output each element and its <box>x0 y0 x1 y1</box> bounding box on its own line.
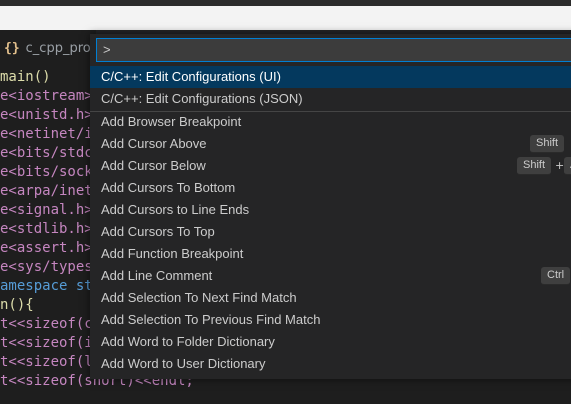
code-line: main() <box>0 69 51 85</box>
code-line: t<<sizeof(c <box>0 316 93 332</box>
json-file-icon: {} <box>4 40 20 56</box>
command-palette: > C/C++: Edit Configurations (UI) C/C++:… <box>90 34 571 379</box>
code-line: e<bits/stdc <box>0 145 93 161</box>
palette-item[interactable]: Add Word to User Dictionary <box>90 353 571 375</box>
code-line: e<iostream> <box>0 88 93 104</box>
keybinding-key: A <box>564 157 571 175</box>
code-line: e<netinet/i <box>0 126 93 142</box>
code-line: t<<sizeof(i <box>0 335 93 351</box>
code-line: e<signal.h> <box>0 202 93 218</box>
code-line: amespace st <box>0 278 93 294</box>
palette-item[interactable]: Add Cursor Below <box>90 155 571 177</box>
window-top-strip <box>0 0 571 30</box>
palette-item[interactable]: C/C++: Edit Configurations (UI) <box>90 66 571 88</box>
keybinding-shift: Shift <box>530 135 565 153</box>
code-line: e<stdlib.h> <box>0 221 93 237</box>
editor-tab[interactable]: {} c_cpp_prop <box>0 30 99 66</box>
code-line: e<assert.h> <box>0 240 93 256</box>
palette-item[interactable]: Add Word to Folder Dictionary <box>90 331 571 353</box>
code-line: e<arpa/inet <box>0 183 93 199</box>
command-input[interactable]: > <box>96 38 571 62</box>
tab-filename: c_cpp_prop <box>25 40 99 56</box>
keybinding-ctrl: Ctrl <box>541 267 571 285</box>
palette-item[interactable]: Add Selection To Previous Find Match <box>90 309 571 331</box>
palette-item[interactable]: Add Cursors To Top <box>90 221 571 243</box>
title-bar <box>0 0 571 6</box>
palette-item[interactable]: Add Selection To Next Find Match <box>90 287 571 309</box>
code-line: e<sys/types <box>0 259 93 275</box>
code-line: t<<sizeof(l <box>0 354 93 370</box>
palette-item[interactable]: Add Cursors To Bottom <box>90 177 571 199</box>
palette-item[interactable]: C/C++: Edit Configurations (JSON) <box>90 88 571 110</box>
palette-item[interactable]: Add Function Breakpoint <box>90 243 571 265</box>
palette-item[interactable]: Add Cursor Above <box>90 133 571 155</box>
keybinding-plus: + <box>555 159 565 172</box>
palette-item[interactable]: Add Browser Breakpoint <box>90 111 571 133</box>
palette-item[interactable]: Add Cursors to Line Ends <box>90 199 571 221</box>
code-line: e<unistd.h> <box>0 107 93 123</box>
code-line: e<bits/sock <box>0 164 93 180</box>
palette-item[interactable]: Add Line Comment <box>90 265 571 287</box>
code-line: n(){ <box>0 297 34 313</box>
keybinding-shift: Shift <box>517 157 552 175</box>
